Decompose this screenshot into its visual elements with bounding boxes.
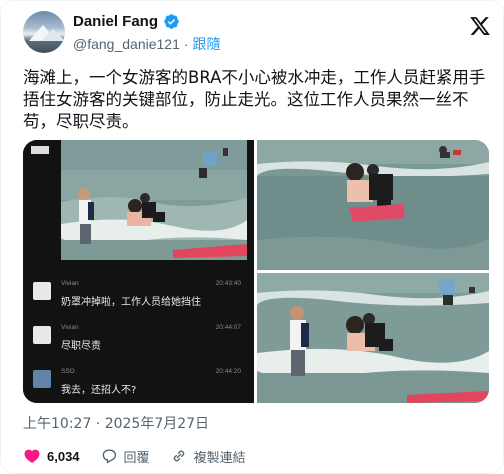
follow-button[interactable]: 跟隨	[193, 34, 221, 54]
chat-avatar	[33, 370, 51, 388]
media-beach-photo-top[interactable]	[257, 140, 489, 270]
tweet-card: Daniel Fang @fang_danie121 · 跟隨 海滩上，一个女游…	[0, 0, 504, 474]
copy-link-label: 複製連結	[193, 450, 246, 466]
like-button[interactable]: 6,034	[23, 447, 80, 465]
chat-text: 我去，还招人不?	[61, 385, 137, 396]
author-name-row: Daniel Fang	[73, 13, 180, 30]
chat-sender: Vivian	[61, 324, 79, 331]
like-count: 6,034	[47, 448, 80, 464]
chat-sender: Vivian	[61, 280, 79, 287]
copy-link-button[interactable]: 複製連結	[170, 447, 246, 466]
tweet-header: Daniel Fang @fang_danie121 · 跟隨	[23, 9, 493, 57]
tweet-actions: 6,034 回覆 複製連結	[23, 445, 266, 467]
chat-thread: Vivian 20:43:40 奶罩冲掉啦，工作人员给她挡住 Vivian 20…	[23, 140, 254, 403]
chat-time: 20:43:40	[215, 280, 241, 287]
beach-photo-image	[257, 273, 489, 403]
tweet-text: 海滩上，一个女游客的BRA不小心被水冲走，工作人员赶紧用手捂住女游客的关键部位，…	[23, 68, 486, 131]
chat-avatar	[33, 282, 51, 300]
chat-text: 尽职尽责	[61, 341, 101, 352]
tweet-timestamp[interactable]: 上午10:27 · 2025年7月27日	[23, 413, 209, 433]
tweet-media-grid[interactable]: Vivian 20:43:40 奶罩冲掉啦，工作人员给她挡住 Vivian 20…	[23, 140, 489, 403]
chat-time: 20:44:07	[215, 324, 241, 331]
x-logo-icon[interactable]	[469, 15, 491, 37]
avatar[interactable]	[23, 11, 65, 53]
author-display-name[interactable]: Daniel Fang	[73, 13, 158, 30]
reply-label: 回覆	[123, 450, 150, 466]
heart-icon	[24, 449, 40, 463]
media-beach-photo-bottom[interactable]	[257, 273, 489, 403]
verified-badge-icon	[164, 14, 179, 29]
separator-dot: ·	[183, 36, 189, 52]
chat-time: 20:44:20	[215, 368, 241, 375]
reply-button[interactable]: 回覆	[100, 447, 150, 466]
author-handle[interactable]: @fang_danie121	[73, 36, 180, 52]
reply-icon	[102, 449, 116, 464]
chat-sender: SSO	[61, 368, 75, 375]
chat-text: 奶罩冲掉啦，工作人员给她挡住	[61, 297, 201, 308]
beach-photo-image	[257, 140, 489, 270]
author-handle-row: @fang_danie121 · 跟隨	[73, 34, 221, 54]
chat-avatar	[33, 326, 51, 344]
link-icon	[173, 450, 184, 462]
media-chat-screenshot[interactable]: Vivian 20:43:40 奶罩冲掉啦，工作人员给她挡住 Vivian 20…	[23, 140, 254, 403]
